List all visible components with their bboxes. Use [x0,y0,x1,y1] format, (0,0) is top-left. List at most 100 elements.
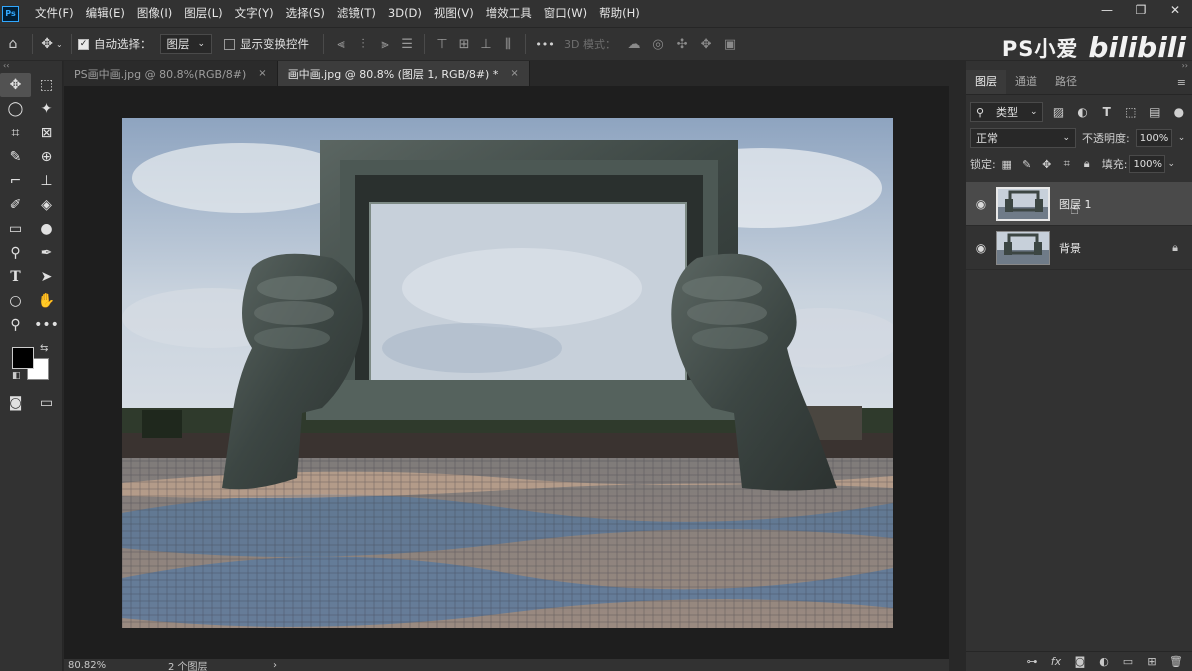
quick-mask-icon[interactable]: ◙ [0,391,31,415]
blend-mode-dropdown[interactable]: 正常 ⌄ [970,128,1076,148]
tab-layers[interactable]: 图层 [966,70,1006,94]
home-icon[interactable]: ⌂ [0,33,26,55]
smart-object-filter-icon[interactable]: ▤ [1146,105,1164,119]
layer-thumbnail[interactable] [996,186,1050,221]
menu-3d[interactable]: 3D(D) [382,0,428,27]
tab-channels[interactable]: 通道 [1006,70,1046,94]
align-right-icon[interactable]: ⫸ [374,33,396,55]
menu-plugins[interactable]: 增效工具 [480,0,538,27]
ellipse-tool-icon[interactable]: ○ [0,289,31,313]
magic-wand-tool-icon[interactable]: ✦ [31,97,62,121]
zoom-level[interactable]: 80.82% [68,660,168,671]
menu-select[interactable]: 选择(S) [280,0,331,27]
eraser-tool-icon[interactable]: ◈ [31,193,62,217]
auto-select-target-dropdown[interactable]: 图层 ⌄ [159,34,213,54]
tab-paths[interactable]: 路径 [1046,70,1086,94]
align-center-h-icon[interactable]: ⫶ [352,33,374,55]
align-bottom-icon[interactable]: ⊥ [475,33,497,55]
close-icon[interactable]: × [510,68,518,79]
roll-3d-icon[interactable]: ◎ [646,37,670,52]
orbit-3d-icon[interactable]: ☁ [622,37,646,52]
chevron-down-icon[interactable]: ⌄ [1178,133,1186,143]
frame-tool-icon[interactable]: ⊠ [31,121,62,145]
mask-icon[interactable]: ◙ [1072,655,1088,668]
menu-edit[interactable]: 编辑(E) [80,0,131,27]
document-image[interactable] [122,118,893,628]
lock-position-icon[interactable]: ✥ [1038,158,1056,171]
hand-tool-icon[interactable]: ✋ [31,289,62,313]
auto-select-checkbox[interactable]: ✓ 自动选择： [78,36,152,52]
layer-row-background[interactable]: ◉ 背景 🔒︎ [966,226,1192,270]
gradient-tool-icon[interactable]: ▭ [0,217,31,241]
menu-image[interactable]: 图像(I) [131,0,178,27]
brush-tool-icon[interactable]: ⌐ [0,169,31,193]
layer-thumbnail[interactable] [996,230,1050,265]
distribute-v-icon[interactable]: ⫼ [497,33,519,55]
visibility-eye-icon[interactable]: ◉ [966,197,996,211]
crop-tool-icon[interactable]: ⌗ [0,121,31,145]
menu-layer[interactable]: 图层(L) [178,0,228,27]
pixel-filter-icon[interactable]: ▨ [1049,105,1067,119]
type-filter-icon[interactable]: T [1098,105,1116,119]
more-options-icon[interactable]: ••• [532,33,558,55]
restore-button[interactable]: ❐ [1124,0,1158,20]
drag-3d-icon[interactable]: ✣ [670,37,694,52]
lock-transparency-icon[interactable]: ▦ [998,158,1016,171]
dodge-tool-icon[interactable]: ⚲ [0,241,31,265]
swap-colors-icon[interactable]: ⇆ [40,343,48,354]
distribute-h-icon[interactable]: ☰ [396,33,418,55]
panel-menu-icon[interactable]: ≡ [1177,76,1186,89]
screen-mode-icon[interactable]: ▭ [31,391,62,415]
filter-toggle-icon[interactable]: ● [1170,105,1188,119]
foreground-color-swatch[interactable] [12,347,34,369]
lasso-tool-icon[interactable]: ◯ [0,97,31,121]
slide-3d-icon[interactable]: ✥ [694,37,718,52]
menu-help[interactable]: 帮助(H) [593,0,646,27]
path-select-tool-icon[interactable]: ➤ [31,265,62,289]
align-top-icon[interactable]: ⊤ [431,33,453,55]
type-tool-icon[interactable]: T [0,265,31,289]
history-brush-tool-icon[interactable]: ✐ [0,193,31,217]
stamp-tool-icon[interactable]: ⊥ [31,169,62,193]
default-colors-icon[interactable]: ◧ [12,371,21,381]
menu-type[interactable]: 文字(Y) [229,0,280,27]
shape-filter-icon[interactable]: ⬚ [1122,105,1140,119]
layer-name[interactable]: 背景 [1059,240,1081,256]
document-tab-2[interactable]: 画中画.jpg @ 80.8% (图层 1, RGB/8#) * × [277,61,530,86]
lock-artboard-icon[interactable]: ⌗ [1058,157,1076,171]
show-transform-checkbox[interactable]: 显示变换控件 [224,36,309,52]
new-layer-icon[interactable]: ⊞ [1144,655,1160,668]
align-middle-icon[interactable]: ⊞ [453,33,475,55]
close-icon[interactable]: × [258,68,266,79]
minimize-button[interactable]: — [1090,0,1124,20]
chevron-down-icon[interactable]: ⌄ [1167,159,1175,169]
adjustment-filter-icon[interactable]: ◐ [1074,105,1092,119]
pen-tool-icon[interactable]: ✒ [31,241,62,265]
zoom-tool-icon[interactable]: ⚲ [0,313,31,337]
move-tool-preset-icon[interactable]: ✥ ⌄ [39,33,65,55]
group-icon[interactable]: ▭ [1120,655,1136,668]
document-tab-1[interactable]: PS画中画.jpg @ 80.8%(RGB/8#) × [64,61,278,86]
layer-row-layer1[interactable]: ◉ 图层 1 ☝ [966,182,1192,226]
fill-field[interactable]: 100% [1129,155,1166,173]
trash-icon[interactable]: 🗑︎ [1168,655,1184,668]
move-tool-icon[interactable]: ✥ [0,73,31,97]
menu-file[interactable]: 文件(F) [29,0,80,27]
spot-heal-tool-icon[interactable]: ⊕ [31,145,62,169]
filter-type-dropdown[interactable]: ⚲ 类型 ⌄ [970,102,1044,122]
video-3d-icon[interactable]: ▣ [718,37,742,52]
eyedropper-tool-icon[interactable]: ✎ [0,145,31,169]
lock-icon[interactable]: 🔒︎ [1172,241,1178,255]
more-tools-icon[interactable]: ••• [31,313,62,337]
menu-filter[interactable]: 滤镜(T) [331,0,382,27]
collapse-toolbar-icon[interactable]: ‹‹ [0,61,62,71]
adjustment-icon[interactable]: ◐ [1096,655,1112,668]
visibility-eye-icon[interactable]: ◉ [966,241,996,255]
align-left-icon[interactable]: ⫷ [330,33,352,55]
link-icon[interactable]: ⊶ [1024,655,1040,668]
menu-view[interactable]: 视图(V) [428,0,480,27]
status-arrow-icon[interactable]: › [273,660,277,671]
menu-window[interactable]: 窗口(W) [538,0,593,27]
canvas-area[interactable] [64,86,949,659]
fx-icon[interactable]: fx [1048,655,1064,668]
